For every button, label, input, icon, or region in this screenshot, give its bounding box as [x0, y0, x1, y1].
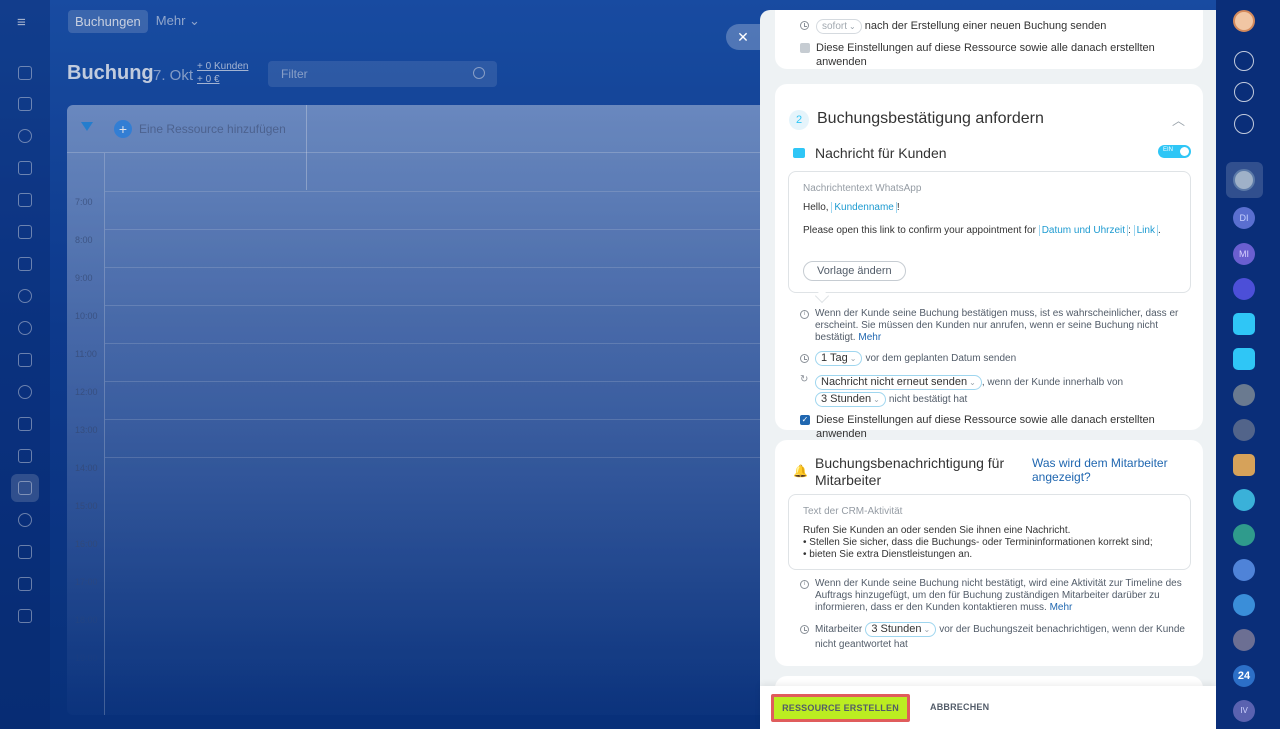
change-template-button[interactable]: Vorlage ändern — [803, 261, 906, 281]
clock-icon — [800, 354, 809, 363]
employee-info-text: Wenn der Kunde seine Buchung nicht bestä… — [815, 578, 1182, 613]
greeting-end: ! — [896, 202, 900, 213]
apply-setting-text: Diese Einstellungen auf diese Ressource … — [816, 414, 1155, 440]
section-booking-confirmation: 2 Buchungsbestätigung anfordern ︿ Nachri… — [775, 84, 1203, 440]
chevron-down-icon: ⌄ — [873, 395, 880, 404]
activity-icon[interactable] — [1234, 82, 1254, 102]
contact-avatar-di[interactable]: DI — [1233, 207, 1255, 229]
user-avatar[interactable] — [1233, 10, 1255, 32]
repeat-icon: ↻ — [800, 374, 809, 385]
more-link[interactable]: Mehr — [1050, 602, 1073, 613]
whatsapp-message-box: Nachrichtentext WhatsApp Hello, Kundenna… — [788, 171, 1191, 304]
send-setting-text: nach der Erstellung einer neuen Buchung … — [864, 20, 1107, 32]
chevron-down-icon: ⌄ — [849, 22, 856, 31]
hours-value: 3 Stunden — [821, 393, 872, 405]
contact-avatar-mi[interactable]: MI — [1233, 243, 1255, 265]
section-title: Buchungsbestätigung anfordern — [817, 110, 1044, 127]
employee-info: Wenn der Kunde seine Buchung nicht bestä… — [815, 578, 1187, 614]
group-users-icon[interactable] — [1233, 524, 1255, 546]
bell-icon: 🔔 — [793, 464, 808, 478]
section-employee-notification: 🔔 Buchungsbenachrichtigung für Mitarbeit… — [775, 440, 1203, 666]
client-message-toggle[interactable]: EIN — [1158, 145, 1191, 158]
toggle-label: EIN — [1163, 147, 1174, 153]
crm-line-3: • bieten Sie extra Dienstleistungen an. — [803, 549, 973, 560]
resend-dropdown[interactable]: Nachricht nicht erneut senden ⌄ — [815, 375, 982, 390]
chevron-down-icon: ⌄ — [923, 625, 931, 634]
resend-row: Nachricht nicht erneut senden ⌄, wenn der… — [815, 374, 1185, 408]
toggle-knob — [1180, 147, 1189, 156]
chevron-down-icon: ⌄ — [969, 378, 976, 387]
period: . — [1157, 225, 1161, 236]
clock-icon — [800, 21, 809, 30]
send-before-value: 1 Tag — [821, 352, 848, 364]
apply-checkbox[interactable]: ✓ — [800, 415, 810, 425]
send-before-row: 1 Tag ⌄ vor dem geplanten Datum senden — [815, 351, 1016, 366]
info-icon: i — [800, 310, 809, 319]
apply-checkbox[interactable] — [800, 43, 810, 53]
send-time-value: sofort — [822, 21, 848, 32]
notify-hours-value: 3 Stunden — [871, 623, 922, 635]
contact-avatar[interactable] — [1233, 169, 1255, 191]
crm-line-2: • Stellen Sie sicher, dass die Buchungs-… — [803, 537, 1153, 548]
apply-setting-text: Diese Einstellungen auf diese Ressource … — [816, 42, 1155, 68]
chat-bubble-icon[interactable] — [1233, 313, 1255, 335]
clock-icon — [800, 625, 809, 634]
tag-link[interactable]: Link — [1133, 225, 1158, 236]
create-resource-button[interactable]: RESSOURCE ERSTELLEN — [771, 694, 910, 722]
slider-footer: RESSOURCE ERSTELLEN ABBRECHEN — [760, 686, 1216, 729]
group-users-icon[interactable] — [1233, 594, 1255, 616]
contact-avatar-iv[interactable]: IV — [1233, 700, 1255, 722]
task-check-icon[interactable] — [1233, 348, 1255, 370]
confirmation-info: Wenn der Kunde seine Buchung bestätigen … — [815, 308, 1185, 344]
send-before-dropdown[interactable]: 1 Tag ⌄ — [815, 351, 863, 366]
close-slider-button[interactable]: ✕ — [726, 24, 760, 50]
message-body: Please open this link to confirm your ap… — [803, 225, 1183, 237]
more-link[interactable]: Mehr — [858, 332, 881, 343]
message-greeting: Hello, Kundenname! — [803, 202, 900, 214]
chevron-up-icon[interactable]: ︿ — [1172, 110, 1185, 129]
resource-settings-slider: sofort ⌄ nach der Erstellung einer neuen … — [760, 10, 1216, 729]
close-icon: ✕ — [737, 29, 749, 45]
openlines-icon[interactable] — [1233, 278, 1255, 300]
chevron-down-icon: ⌄ — [849, 354, 857, 363]
tag-datum-uhrzeit[interactable]: Datum und Uhrzeit — [1038, 225, 1129, 236]
crm-activity-box: Text der CRM-Aktivität Rufen Sie Kunden … — [788, 494, 1191, 570]
info-icon: i — [800, 580, 809, 589]
group-avatar[interactable] — [1233, 454, 1255, 476]
cancel-button[interactable]: ABBRECHEN — [930, 702, 989, 712]
colon: : — [1128, 225, 1131, 236]
employee-preview-link[interactable]: Was wird dem Mitarbeiter angezeigt? — [1032, 456, 1182, 484]
step-number: 2 — [789, 110, 809, 130]
resend-text: , wenn der Kunde innerhalb von — [981, 377, 1124, 388]
box-tail — [814, 288, 830, 304]
group-avatar[interactable] — [1233, 419, 1255, 441]
message-box-label: Nachrichtentext WhatsApp — [803, 183, 922, 194]
group-avatar[interactable] — [1233, 384, 1255, 406]
group-users-icon[interactable] — [1233, 489, 1255, 511]
hours-dropdown[interactable]: 3 Stunden ⌄ — [815, 392, 886, 407]
message-body-text: Please open this link to confirm your ap… — [803, 225, 1036, 236]
client-message-title: Nachricht für Kunden — [815, 145, 947, 161]
hours-text: nicht bestätigt hat — [888, 394, 968, 405]
greeting-text: Hello, — [803, 202, 829, 213]
chat-search-icon[interactable] — [1234, 114, 1254, 134]
send-before-text: vor dem geplanten Datum senden — [865, 353, 1017, 364]
crm-box-label: Text der CRM-Aktivität — [803, 506, 903, 517]
bitrix24-badge[interactable]: 24 — [1233, 665, 1255, 687]
bell-icon[interactable] — [1234, 51, 1254, 71]
notify-hours-dropdown[interactable]: 3 Stunden ⌄ — [865, 622, 937, 637]
send-time-dropdown[interactable]: sofort ⌄ — [816, 19, 862, 34]
section-send-settings: sofort ⌄ nach der Erstellung einer neuen … — [775, 10, 1203, 69]
resend-value: Nachricht nicht erneut senden — [821, 376, 968, 388]
notify-row: Mitarbeiter 3 Stunden ⌄ vor der Buchungsz… — [815, 622, 1185, 652]
message-icon — [793, 148, 805, 158]
group-users-icon[interactable] — [1233, 559, 1255, 581]
notify-prefix: Mitarbeiter — [815, 624, 863, 635]
employee-notification-title: Buchungsbenachrichtigung für Mitarbeiter — [815, 455, 1005, 488]
send-setting-row: sofort ⌄ nach der Erstellung einer neuen … — [816, 19, 1106, 34]
tag-kundenname[interactable]: Kundenname — [831, 202, 897, 213]
crm-line-1: Rufen Sie Kunden an oder senden Sie ihne… — [803, 525, 1071, 536]
group-users-icon[interactable] — [1233, 629, 1255, 651]
